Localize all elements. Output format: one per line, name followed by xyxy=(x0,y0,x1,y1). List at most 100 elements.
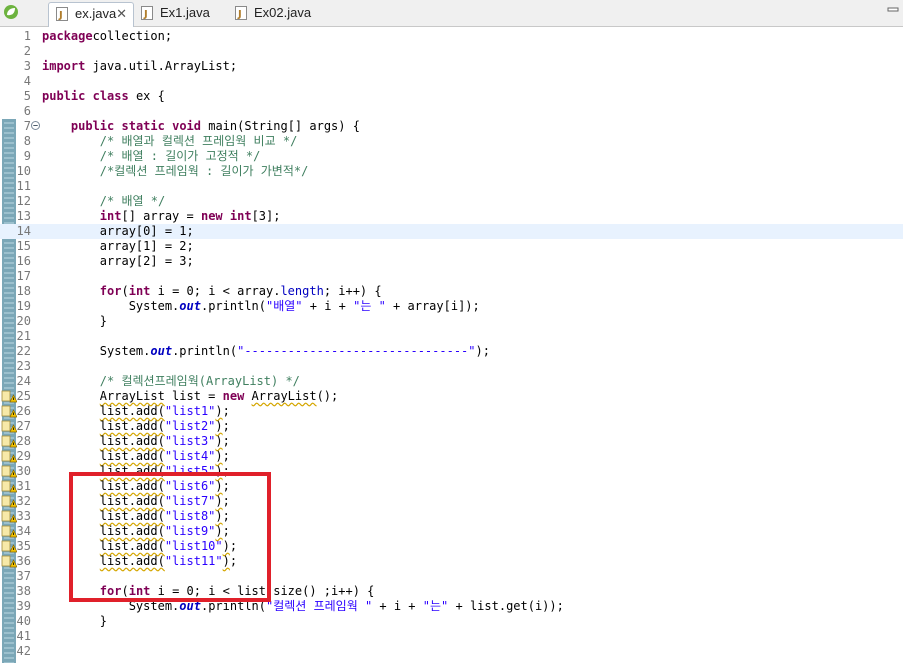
line-number: 20 xyxy=(16,314,31,328)
code-line[interactable]: 1 packagecollection; xyxy=(0,29,903,44)
code-line[interactable]: 42 xyxy=(0,644,903,659)
tab-ex-java[interactable]: J ex.java ✕ xyxy=(48,2,134,28)
code-text: import java.util.ArrayList; xyxy=(42,59,238,73)
code-line[interactable]: 23 xyxy=(0,359,903,374)
code-text: public class ex { xyxy=(42,89,165,103)
line-number: 28 xyxy=(16,434,31,448)
line-number: 8 xyxy=(23,134,31,148)
line-number: 30 xyxy=(16,464,31,478)
java-file-icon: J xyxy=(235,6,247,20)
code-text: System.out.println("배열" + i + "는 " + arr… xyxy=(42,299,480,313)
line-number: 16 xyxy=(16,254,31,268)
line-number: 13 xyxy=(16,209,31,223)
code-line[interactable]: 17 xyxy=(0,269,903,284)
code-line[interactable]: 8 /* 배열과 컬렉션 프레임웍 비교 */ xyxy=(0,134,903,149)
code-line[interactable]: 2 xyxy=(0,44,903,59)
code-line[interactable]: 21 xyxy=(0,329,903,344)
line-number: 37 xyxy=(16,569,31,583)
line-number: 14 xyxy=(16,224,31,238)
line-number: 25 xyxy=(16,389,31,403)
code-line[interactable]: 22 System.out.println("-----------------… xyxy=(0,344,903,359)
java-file-icon: J xyxy=(141,6,153,20)
tab-label: ex.java xyxy=(75,6,117,21)
code-line[interactable]: 9 /* 배열 : 길이가 고정적 */ xyxy=(0,149,903,164)
code-text: } xyxy=(42,614,108,628)
tab-ex1-java[interactable]: J Ex1.java xyxy=(134,2,226,26)
code-text: public static void main(String[] args) { xyxy=(70,119,360,133)
line-number: 6 xyxy=(23,104,31,118)
code-text: list.add("list1"); xyxy=(99,404,230,418)
line-number: 4 xyxy=(23,74,31,88)
line-number: 12 xyxy=(16,194,31,208)
code-line[interactable]: 7 public static void main(String[] args)… xyxy=(0,119,903,134)
code-line[interactable]: 26 list.add("list1"); xyxy=(0,404,903,419)
line-number: 31 xyxy=(16,479,31,493)
line-number: 15 xyxy=(16,239,31,253)
code-line[interactable]: 19 System.out.println("배열" + i + "는 " + … xyxy=(0,299,903,314)
code-line[interactable]: 25 ArrayList list = new ArrayList(); xyxy=(0,389,903,404)
line-number: 26 xyxy=(16,404,31,418)
tab-label: Ex1.java xyxy=(160,5,210,20)
code-line[interactable]: 27 list.add("list2"); xyxy=(0,419,903,434)
close-icon[interactable]: ✕ xyxy=(116,3,127,25)
svg-text:J: J xyxy=(237,9,242,20)
code-line[interactable]: 20 } xyxy=(0,314,903,329)
code-text: /* 배열과 컬렉션 프레임웍 비교 */ xyxy=(99,134,298,148)
svg-text:J: J xyxy=(58,10,63,21)
code-text: /* 컬렉션프레임웍(ArrayList) */ xyxy=(99,374,300,388)
line-number: 38 xyxy=(16,584,31,598)
svg-text:J: J xyxy=(143,9,148,20)
code-text: /*컬렉션 프레임웍 : 길이가 가변적*/ xyxy=(99,164,309,178)
code-text: list.add("list2"); xyxy=(99,419,230,433)
line-number: 29 xyxy=(16,449,31,463)
code-line[interactable]: 16 array[2] = 3; xyxy=(0,254,903,269)
code-line[interactable]: 24 /* 컬렉션프레임웍(ArrayList) */ xyxy=(0,374,903,389)
code-line[interactable]: 40 } xyxy=(0,614,903,629)
code-text: for(int i = 0; i < array.length; i++) { xyxy=(99,284,382,298)
code-line[interactable]: 12 /* 배열 */ xyxy=(0,194,903,209)
line-number: 17 xyxy=(16,269,31,283)
line-number: 21 xyxy=(16,329,31,343)
line-number: 41 xyxy=(16,629,31,643)
code-line[interactable]: 41 xyxy=(0,629,903,644)
code-line[interactable]: 14 array[0] = 1; xyxy=(0,224,903,239)
code-line[interactable]: 10 /*컬렉션 프레임웍 : 길이가 가변적*/ xyxy=(0,164,903,179)
line-number: 42 xyxy=(16,644,31,658)
code-text: int[] array = new int[3]; xyxy=(99,209,281,223)
code-line[interactable]: 28 list.add("list3"); xyxy=(0,434,903,449)
tab-ex02-java[interactable]: J Ex02.java xyxy=(228,2,328,26)
code-text: /* 배열 */ xyxy=(99,194,166,208)
code-line[interactable]: 5 public class ex { xyxy=(0,89,903,104)
code-text: list.add("list3"); xyxy=(99,434,230,448)
highlight-box xyxy=(69,472,271,602)
code-line[interactable]: 4 xyxy=(0,74,903,89)
line-number: 18 xyxy=(16,284,31,298)
line-number: 32 xyxy=(16,494,31,508)
spring-leaf-icon[interactable] xyxy=(3,4,19,20)
code-line[interactable]: 3 import java.util.ArrayList; xyxy=(0,59,903,74)
code-text: ArrayList list = new ArrayList(); xyxy=(99,389,339,403)
fold-minus-icon[interactable] xyxy=(31,121,40,130)
code-text: array[2] = 3; xyxy=(42,254,194,268)
code-line[interactable]: 15 array[1] = 2; xyxy=(0,239,903,254)
line-number: 2 xyxy=(23,44,31,58)
line-number: 11 xyxy=(16,179,31,193)
line-number: 39 xyxy=(16,599,31,613)
code-text: } xyxy=(42,314,108,328)
code-line[interactable]: 13 int[] array = new int[3]; xyxy=(0,209,903,224)
code-line[interactable]: 18 for(int i = 0; i < array.length; i++)… xyxy=(0,284,903,299)
line-number: 23 xyxy=(16,359,31,373)
code-text: /* 배열 : 길이가 고정적 */ xyxy=(99,149,261,163)
line-number: 3 xyxy=(23,59,31,73)
code-line[interactable]: 6 xyxy=(0,104,903,119)
line-number: 35 xyxy=(16,539,31,553)
code-text: array[1] = 2; xyxy=(42,239,194,253)
java-file-icon: J xyxy=(56,7,68,21)
line-number: 36 xyxy=(16,554,31,568)
line-number: 1 xyxy=(23,29,31,43)
code-line[interactable]: 29 list.add("list4"); xyxy=(0,449,903,464)
code-line[interactable]: 11 xyxy=(0,179,903,194)
line-number: 5 xyxy=(23,89,31,103)
minimize-icon[interactable] xyxy=(887,5,899,15)
code-editor[interactable]: 1 packagecollection; 2 3 import java.util.Ar… xyxy=(0,27,903,663)
